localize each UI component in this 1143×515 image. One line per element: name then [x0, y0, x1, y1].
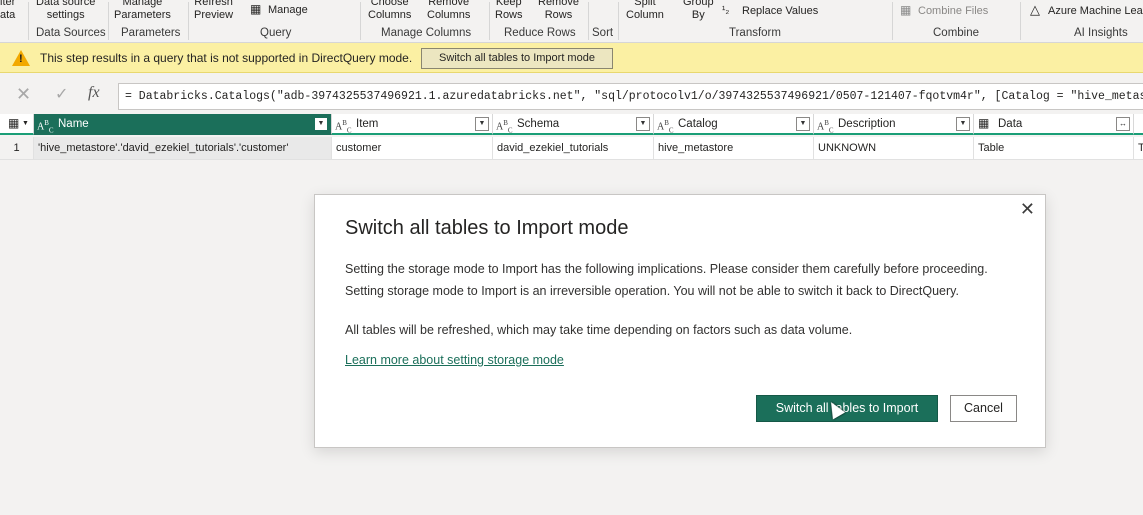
table-cell[interactable]: UNKNOWN: [814, 137, 974, 160]
table-icon: ▦: [250, 2, 262, 16]
replace-values-button[interactable]: Replace Values: [742, 5, 818, 18]
refresh-preview-button[interactable]: Refresh Preview: [194, 0, 233, 22]
manage-button[interactable]: Manage: [268, 4, 308, 17]
table-cell[interactable]: hive_metastore: [654, 137, 814, 160]
close-icon[interactable]: ✕: [1020, 199, 1035, 220]
ribbon-separator: [108, 2, 109, 40]
formula-input[interactable]: = Databricks.Catalogs("adb-3974325537496…: [118, 83, 1143, 110]
choose-columns-button[interactable]: Choose Columns: [368, 0, 411, 22]
ribbon-separator: [28, 2, 29, 40]
flask-icon: △: [1030, 2, 1040, 17]
group-label-manage-columns: Manage Columns: [381, 27, 472, 39]
column-header-label: Description: [838, 118, 896, 130]
column-header-description[interactable]: ABC Description ▼: [814, 114, 974, 135]
ribbon-separator: [588, 2, 589, 40]
column-filter-dropdown[interactable]: ▼: [314, 117, 328, 131]
column-header-label: Schema: [517, 118, 560, 130]
combine-files-icon: ▦: [900, 3, 912, 17]
column-header-data[interactable]: ▦ Data ↔: [974, 114, 1134, 135]
switch-all-tables-to-import-button[interactable]: Switch all tables to Import: [756, 395, 938, 422]
keep-rows-button[interactable]: Keep Rows: [495, 0, 523, 22]
ribbon-separator: [1020, 2, 1021, 40]
ribbon-separator: [188, 2, 189, 40]
table-menu-button[interactable]: ▦ ▼: [0, 114, 34, 135]
commit-formula-icon[interactable]: ✓: [55, 84, 68, 104]
directquery-warning-bar: This step results in a query that is not…: [0, 43, 1143, 73]
group-label-data-sources: Data Sources: [36, 27, 106, 39]
table-cell[interactable]: david_ezekiel_tutorials: [493, 137, 654, 160]
row-number: 1: [0, 137, 34, 160]
table-cell[interactable]: customer: [332, 137, 493, 160]
group-label-sort: Sort: [592, 27, 614, 39]
manage-parameters-button[interactable]: Manage Parameters: [114, 0, 171, 22]
warning-message: This step results in a query that is not…: [40, 51, 413, 65]
expand-column-icon[interactable]: ↔: [1116, 117, 1130, 131]
text-type-icon: ABC: [37, 119, 54, 135]
azure-machine-learning-button[interactable]: Azure Machine Lea: [1048, 5, 1143, 18]
column-header-item[interactable]: ABC Item ▼: [332, 114, 493, 135]
column-filter-dropdown[interactable]: ▼: [475, 117, 489, 131]
split-column-button[interactable]: Split Column: [626, 0, 664, 22]
table-cell[interactable]: T: [1134, 137, 1143, 160]
group-by-button[interactable]: Group By: [683, 0, 714, 22]
cancel-button[interactable]: Cancel: [950, 395, 1017, 422]
dialog-title: Switch all tables to Import mode: [345, 217, 629, 239]
table-cell[interactable]: 'hive_metastore'.'david_ezekiel_tutorial…: [34, 137, 332, 160]
column-header-catalog[interactable]: ABC Catalog ▼: [654, 114, 814, 135]
text-type-icon: ABC: [817, 119, 834, 135]
remove-rows-button[interactable]: Remove Rows: [538, 0, 579, 22]
ribbon-separator: [618, 2, 619, 40]
dialog-refresh-note: All tables will be refreshed, which may …: [345, 323, 853, 337]
column-filter-dropdown[interactable]: ▼: [956, 117, 970, 131]
fx-icon[interactable]: fx: [88, 84, 100, 102]
warning-icon: [12, 50, 30, 66]
table-type-icon: ▦: [978, 116, 990, 130]
column-header-label: Item: [356, 118, 379, 130]
switch-to-import-dialog: ✕ Switch all tables to Import mode Setti…: [314, 194, 1046, 448]
column-header-schema[interactable]: ABC Schema ▼: [493, 114, 654, 135]
column-header-label: Catalog: [678, 118, 718, 130]
group-label-query: Query: [260, 27, 292, 39]
combine-files-button[interactable]: Combine Files: [918, 5, 988, 18]
ribbon-filter-data-button[interactable]: iter ata: [0, 0, 15, 22]
group-label-transform: Transform: [729, 27, 781, 39]
chevron-down-icon: ▼: [22, 120, 29, 127]
cancel-formula-icon[interactable]: ✕: [16, 84, 31, 105]
column-filter-dropdown[interactable]: ▼: [796, 117, 810, 131]
group-label-reduce-rows: Reduce Rows: [504, 27, 576, 39]
remove-columns-button[interactable]: Remove Columns: [427, 0, 470, 22]
column-filter-dropdown[interactable]: ▼: [636, 117, 650, 131]
group-label-ai-insights: AI Insights: [1074, 27, 1128, 39]
column-header-name[interactable]: ABC Name ▼: [34, 114, 332, 135]
table-icon: ▦: [8, 116, 20, 130]
ribbon-separator: [489, 2, 490, 40]
data-source-settings-button[interactable]: Data source settings: [36, 0, 95, 22]
dialog-implications-line-1: Setting the storage mode to Import has t…: [345, 262, 988, 276]
text-type-icon: ABC: [496, 119, 513, 135]
ribbon: iter ata Data source settings Manage Par…: [0, 0, 1143, 43]
column-header-label: Data: [998, 118, 1023, 130]
ribbon-separator: [360, 2, 361, 40]
formula-bar: ✕ ✓ fx = Databricks.Catalogs("adb-397432…: [0, 80, 1143, 112]
text-type-icon: ABC: [657, 119, 674, 135]
replace-values-icon: ¹₂: [722, 5, 730, 16]
group-label-parameters: Parameters: [121, 27, 181, 39]
switch-to-import-mode-button[interactable]: Switch all tables to Import mode: [421, 48, 613, 69]
ribbon-separator: [892, 2, 893, 40]
group-label-combine: Combine: [933, 27, 980, 39]
text-type-icon: ABC: [335, 119, 352, 135]
learn-more-link[interactable]: Learn more about setting storage mode: [345, 353, 564, 367]
column-header-label: Name: [58, 118, 89, 130]
column-header-overflow: [1134, 114, 1143, 135]
dialog-implications-line-2: Setting storage mode to Import is an irr…: [345, 284, 959, 298]
table-cell[interactable]: Table: [974, 137, 1134, 160]
